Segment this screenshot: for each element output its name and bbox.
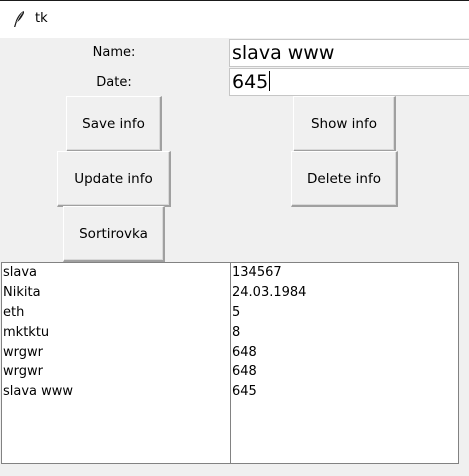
list-item[interactable]: Nikita xyxy=(2,283,230,303)
list-item[interactable]: wrgwr xyxy=(2,343,230,363)
show-info-button[interactable]: Show info xyxy=(293,96,396,152)
date-input-value: 645 xyxy=(232,71,269,93)
list-item[interactable]: 8 xyxy=(231,323,458,343)
main-window: Name: Date: slava www 645 Save info Show… xyxy=(0,38,469,476)
window-title: tk xyxy=(35,11,48,26)
names-listbox[interactable]: slava Nikita eth mktktu wrgwr wrgwr slava www xyxy=(1,262,231,464)
list-item[interactable]: 645 xyxy=(231,382,458,402)
list-item[interactable]: 648 xyxy=(231,362,458,382)
date-input[interactable]: 645 xyxy=(229,68,469,96)
list-item[interactable]: slava xyxy=(2,263,230,283)
name-label: Name: xyxy=(92,45,136,60)
list-item[interactable]: 5 xyxy=(231,303,458,323)
list-item[interactable]: wrgwr xyxy=(2,362,230,382)
sortirovka-button[interactable]: Sortirovka xyxy=(63,206,165,262)
list-item[interactable]: eth xyxy=(2,303,230,323)
name-input[interactable]: slava www xyxy=(229,39,469,67)
dates-listbox[interactable]: 134567 24.03.1984 5 8 648 648 645 xyxy=(230,262,459,464)
save-info-button[interactable]: Save info xyxy=(66,96,162,152)
date-label: Date: xyxy=(96,75,132,90)
delete-info-button[interactable]: Delete info xyxy=(291,151,398,207)
list-item[interactable]: 648 xyxy=(231,343,458,363)
text-cursor xyxy=(269,71,271,91)
list-item[interactable]: 24.03.1984 xyxy=(231,283,458,303)
tk-feather-icon xyxy=(14,11,25,27)
list-item[interactable]: mktktu xyxy=(2,323,230,343)
title-bar: tk xyxy=(0,0,469,38)
list-item[interactable]: slava www xyxy=(2,382,230,402)
update-info-button[interactable]: Update info xyxy=(57,151,171,207)
list-item[interactable]: 134567 xyxy=(231,263,458,283)
name-input-value: slava www xyxy=(232,42,335,64)
